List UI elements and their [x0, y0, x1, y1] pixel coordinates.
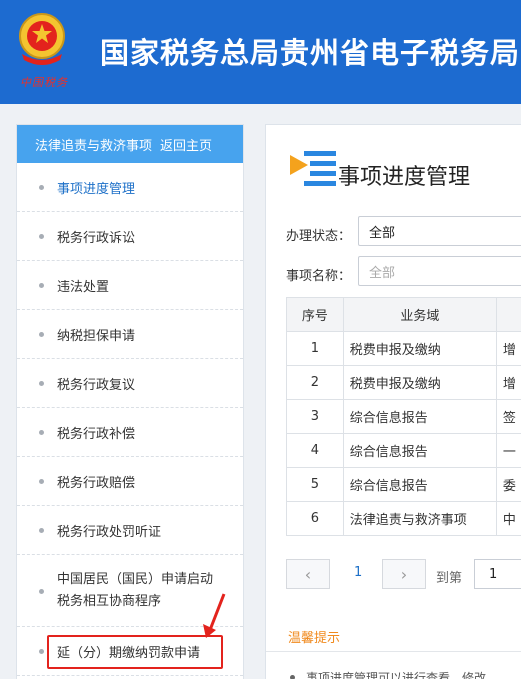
sidebar-item-tax-guarantee[interactable]: 纳税担保申请 [17, 310, 243, 359]
cell-index: 1 [286, 331, 344, 366]
cell-domain: 综合信息报告 [342, 399, 497, 434]
cell-more: 中 [495, 501, 521, 536]
prev-page-button[interactable]: ‹ [286, 559, 330, 589]
page-number-current[interactable]: 1 [354, 565, 362, 580]
sidebar-header-title: 法律追责与救济事项 [35, 138, 153, 154]
page-title-list-icon [290, 151, 336, 186]
sidebar-item-violation-handling[interactable]: 违法处置 [17, 261, 243, 310]
tips-title: 温馨提示 [288, 631, 341, 646]
cell-index: 3 [286, 399, 344, 434]
table-header-row: 序号 业务域 [286, 297, 521, 332]
progress-table: 序号 业务域 1 税费申报及缴纳 增 2 税费申报及缴纳 增 3 综合信息报告 … [286, 297, 521, 536]
status-filter-label: 办理状态： [286, 229, 352, 244]
cell-more: 签 [495, 399, 521, 434]
cell-index: 5 [286, 467, 344, 502]
cell-index: 4 [286, 433, 344, 468]
emblem-caption: 中国税务 [20, 76, 68, 89]
next-page-button[interactable]: › [382, 559, 426, 589]
status-filter-select[interactable]: 全部 [358, 216, 521, 246]
site-header: 中国税务 国家税务总局贵州省电子税务局 [0, 0, 521, 104]
cell-domain: 税费申报及缴纳 [342, 365, 497, 400]
sidebar-item-administrative-indemnity[interactable]: 税务行政赔偿 [17, 457, 243, 506]
name-filter-label: 事项名称： [286, 269, 352, 284]
tips-divider [266, 651, 521, 652]
back-home-link[interactable]: 返回主页 [160, 135, 212, 154]
cell-index: 6 [286, 501, 344, 536]
table-row[interactable]: 6 法律追责与救济事项 中 [286, 501, 521, 536]
sidebar-item-penalty-hearing[interactable]: 税务行政处罚听证 [17, 506, 243, 555]
cell-domain: 综合信息报告 [342, 433, 497, 468]
cell-more: 委 [495, 467, 521, 502]
goto-page-label: 到第 [436, 571, 463, 586]
cell-domain: 综合信息报告 [342, 467, 497, 502]
cell-more: 增 [495, 365, 521, 400]
sidebar-item-progress-management[interactable]: 事项进度管理 [17, 163, 243, 212]
national-tax-emblem-icon [19, 13, 65, 65]
table-row[interactable]: 1 税费申报及缴纳 增 [286, 331, 521, 366]
column-header-more [495, 297, 521, 332]
table-row[interactable]: 3 综合信息报告 签 [286, 399, 521, 434]
chevron-left-icon: ‹ [304, 564, 312, 584]
sidebar-item-administrative-compensation[interactable]: 税务行政补偿 [17, 408, 243, 457]
chevron-right-icon: › [400, 564, 408, 584]
goto-page-input[interactable]: 1 [474, 559, 521, 589]
cell-more: 增 [495, 331, 521, 366]
main-panel: 事项进度管理 办理状态： 全部 事项名称： 全部 序号 业务域 1 税费申报及缴… [265, 124, 521, 679]
table-row[interactable]: 4 综合信息报告 一 [286, 433, 521, 468]
table-row[interactable]: 2 税费申报及缴纳 增 [286, 365, 521, 400]
sidebar-item-administrative-litigation[interactable]: 税务行政诉讼 [17, 212, 243, 261]
name-filter-input[interactable]: 全部 [358, 256, 521, 286]
cell-more: 一 [495, 433, 521, 468]
sidebar-item-administrative-review[interactable]: 税务行政复议 [17, 359, 243, 408]
page-title: 事项进度管理 [338, 165, 471, 190]
cell-domain: 法律追责与救济事项 [342, 501, 497, 536]
cell-domain: 税费申报及缴纳 [342, 331, 497, 366]
sidebar-header: 法律追责与救济事项 返回主页 [17, 125, 243, 163]
tip-text: 事项进度管理可以进行查看、修改、 [289, 669, 498, 679]
red-arrow-annotation-icon [203, 593, 226, 638]
table-row[interactable]: 5 综合信息报告 委 [286, 467, 521, 502]
column-header-index: 序号 [286, 297, 344, 332]
column-header-domain: 业务域 [342, 297, 497, 332]
cell-index: 2 [286, 365, 344, 400]
site-title: 国家税务总局贵州省电子税务局 [100, 36, 521, 70]
